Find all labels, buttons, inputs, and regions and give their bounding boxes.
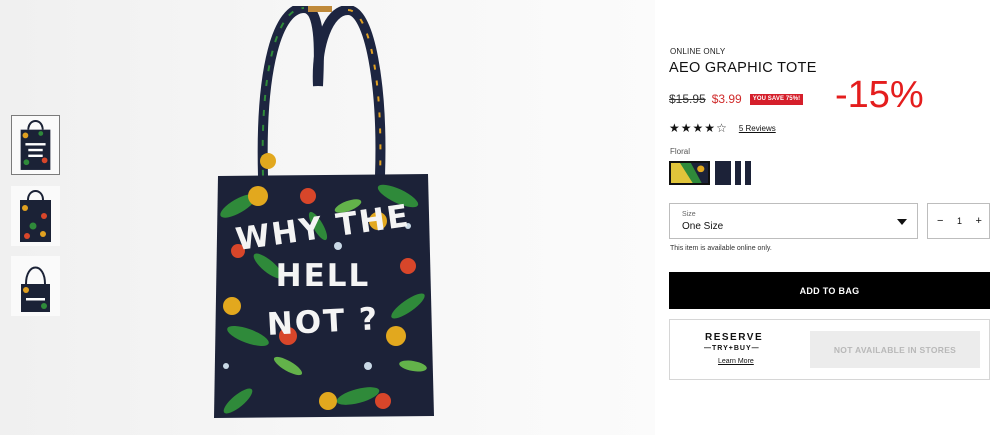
online-only-label: ONLINE ONLY — [670, 47, 726, 56]
star-icon: ★ — [692, 121, 705, 135]
discount-overlay: -15% — [835, 74, 924, 116]
star-outline-icon: ☆ — [716, 121, 728, 135]
stripe-swatch-image — [715, 161, 756, 185]
floral-swatch-image — [671, 163, 708, 183]
color-label: Floral — [670, 147, 691, 156]
size-value: One Size — [682, 221, 724, 232]
add-to-bag-button[interactable]: ADD TO BAG — [669, 272, 990, 309]
tote-thumbnail-front-image — [20, 120, 51, 170]
swatch-floral[interactable] — [669, 161, 710, 185]
size-select[interactable]: Size One Size — [669, 203, 918, 239]
not-available-in-stores-button: NOT AVAILABLE IN STORES — [810, 331, 980, 368]
star-icon: ★ — [704, 121, 717, 135]
quantity-stepper: − 1 + — [927, 203, 990, 239]
bag-slogan: WHY THE HELL NOT ? — [208, 198, 438, 343]
bag-slogan-line-3: NOT ? — [266, 301, 380, 343]
swatch-navy-stripe[interactable] — [715, 161, 756, 185]
caret-down-icon — [897, 219, 907, 225]
quantity-value[interactable]: 1 — [957, 216, 962, 226]
learn-more-link[interactable]: Learn More — [718, 358, 754, 365]
product-title: AEO GRAPHIC TOTE — [669, 60, 817, 76]
star-icon: ★ — [669, 121, 681, 135]
quantity-decrease-button[interactable]: − — [937, 215, 943, 227]
original-price: $15.95 — [669, 92, 706, 106]
price-row: $15.95 $3.99 YOU SAVE 75%! — [669, 92, 804, 106]
reserve-subtitle: —TRY+BUY— — [704, 345, 760, 352]
tote-thumbnail-back-image — [20, 190, 51, 242]
availability-note: This item is available online only. — [670, 245, 772, 252]
star-icon: ★ — [680, 121, 693, 135]
quantity-increase-button[interactable]: + — [976, 215, 982, 227]
rating-row: ★★★★☆ 5 Reviews — [669, 121, 776, 135]
thumbnail-front[interactable] — [11, 115, 60, 175]
size-label: Size — [682, 211, 696, 218]
bag-slogan-line-2: HELL — [275, 258, 371, 294]
thumbnail-back[interactable] — [11, 186, 60, 246]
savings-badge: YOU SAVE 75%! — [749, 93, 804, 105]
thumbnail-folded[interactable] — [11, 256, 60, 316]
star-rating: ★★★★☆ — [669, 121, 728, 135]
sale-price: $3.99 — [711, 92, 742, 106]
reserve-panel: RESERVE —TRY+BUY— Learn More NOT AVAILAB… — [669, 319, 990, 380]
reserve-title: RESERVE — [705, 332, 764, 343]
tote-thumbnail-folded-image — [21, 266, 50, 312]
reviews-link[interactable]: 5 Reviews — [739, 124, 776, 133]
